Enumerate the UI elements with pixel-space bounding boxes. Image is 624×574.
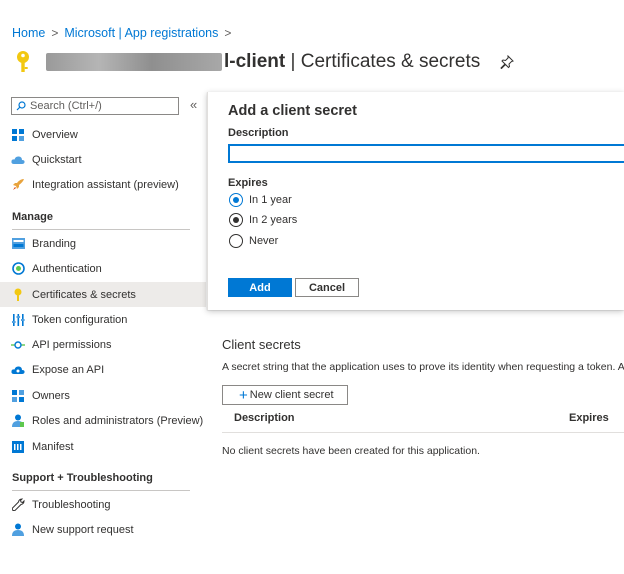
sidebar-item-branding[interactable]: Branding	[0, 231, 206, 256]
sidebar-item-roles-administrators[interactable]: Roles and administrators (Preview)	[0, 408, 206, 433]
branding-icon	[11, 237, 25, 251]
authentication-icon	[11, 262, 25, 276]
sidebar-item-label: Owners	[32, 389, 70, 402]
roles-icon	[11, 414, 25, 428]
sidebar-item-label: New support request	[32, 523, 134, 536]
sidebar-item-label: Branding	[32, 237, 77, 250]
breadcrumb-app-registrations[interactable]: Microsoft | App registrations	[64, 26, 218, 40]
manifest-icon	[11, 440, 25, 454]
column-header-description[interactable]: Description	[234, 412, 295, 424]
sidebar-item-manifest[interactable]: Manifest	[0, 434, 206, 459]
section-divider	[12, 229, 190, 230]
new-client-secret-label: New client secret	[249, 389, 334, 401]
sidebar-item-troubleshooting[interactable]: Troubleshooting	[0, 492, 206, 517]
client-secrets-title: Client secrets	[222, 337, 301, 352]
panel-title: Add a client secret	[228, 103, 357, 119]
overview-grid-icon	[11, 128, 25, 142]
page-header: l-client | Certificates & secrets	[12, 46, 515, 78]
title-app-name: l-client	[224, 51, 286, 72]
breadcrumb: Home > Microsoft | App registrations >	[12, 26, 231, 40]
sidebar-item-new-support-request[interactable]: New support request	[0, 517, 206, 542]
radio-selected-icon	[229, 213, 243, 227]
description-label: Description	[228, 127, 289, 139]
cloud-api-icon	[11, 363, 25, 377]
sidebar-item-label: Quickstart	[32, 153, 82, 166]
sidebar-item-quickstart[interactable]: Quickstart	[0, 147, 206, 172]
radio-unselected-icon	[229, 234, 243, 248]
radio-selected-icon	[229, 193, 243, 207]
new-client-secret-button[interactable]: + New client secret	[222, 385, 348, 405]
sidebar-item-label: Overview	[32, 128, 78, 141]
sidebar-item-label: Roles and administrators (Preview)	[32, 414, 204, 427]
sidebar-item-integration-assistant[interactable]: Integration assistant (preview)	[0, 172, 206, 197]
sidebar-item-overview[interactable]: Overview	[0, 122, 206, 147]
description-field[interactable]	[228, 144, 624, 163]
sidebar-item-label: Expose an API	[32, 363, 105, 376]
client-secrets-description: A secret string that the application use…	[222, 361, 624, 373]
support-person-icon	[11, 523, 25, 537]
key-icon	[11, 288, 25, 302]
sidebar-item-expose-an-api[interactable]: Expose an API	[0, 357, 206, 382]
title-blade-name: | Certificates & secrets	[285, 51, 481, 72]
table-header-divider	[222, 432, 624, 433]
token-config-icon	[11, 313, 25, 327]
sidebar-item-authentication[interactable]: Authentication	[0, 256, 206, 281]
add-client-secret-panel: Add a client secret Description Expires …	[207, 92, 624, 310]
expires-option-2-years[interactable]: In 2 years	[229, 213, 297, 227]
search-placeholder: Search (Ctrl+/)	[30, 100, 102, 112]
sidebar-item-certificates-secrets[interactable]: Certificates & secrets	[0, 282, 206, 307]
sidebar: Search (Ctrl+/) «	[0, 92, 206, 120]
radio-label: In 2 years	[249, 214, 298, 226]
sidebar-item-api-permissions[interactable]: API permissions	[0, 332, 206, 357]
page-title: l-client | Certificates & secrets	[224, 51, 480, 73]
owners-icon	[11, 389, 25, 403]
sidebar-item-label: Integration assistant (preview)	[32, 178, 179, 191]
api-permissions-icon	[11, 338, 25, 352]
section-divider	[12, 490, 190, 491]
radio-label: In 1 year	[249, 194, 292, 206]
sidebar-item-label: Certificates & secrets	[32, 288, 136, 301]
sidebar-section-manage: Manage	[12, 211, 53, 223]
breadcrumb-separator: >	[224, 26, 232, 40]
sidebar-search-row: Search (Ctrl+/) «	[0, 92, 206, 120]
sidebar-item-label: API permissions	[32, 338, 112, 351]
search-input[interactable]: Search (Ctrl+/)	[11, 97, 179, 115]
expires-option-never[interactable]: Never	[229, 234, 278, 248]
redacted-app-name	[46, 53, 222, 71]
wrench-icon	[11, 498, 25, 512]
breadcrumb-separator: >	[51, 26, 59, 40]
rocket-icon	[11, 178, 25, 192]
sidebar-item-label: Token configuration	[32, 313, 128, 326]
search-icon	[16, 101, 26, 111]
sidebar-item-owners[interactable]: Owners	[0, 383, 206, 408]
collapse-sidebar-button[interactable]: «	[190, 97, 197, 112]
sidebar-item-label: Manifest	[32, 440, 74, 453]
key-icon	[12, 49, 34, 75]
cloud-icon	[11, 153, 25, 167]
column-header-expires[interactable]: Expires	[569, 412, 609, 424]
sidebar-item-label: Troubleshooting	[32, 498, 111, 511]
expires-option-1-year[interactable]: In 1 year	[229, 193, 292, 207]
radio-label: Never	[249, 235, 279, 247]
add-button[interactable]: Add	[228, 278, 292, 297]
expires-label: Expires	[228, 177, 268, 189]
breadcrumb-home[interactable]: Home	[12, 26, 45, 40]
cancel-button[interactable]: Cancel	[295, 278, 359, 297]
pin-icon[interactable]	[500, 54, 515, 70]
sidebar-item-token-configuration[interactable]: Token configuration	[0, 307, 206, 332]
sidebar-section-support: Support + Troubleshooting	[12, 472, 153, 484]
plus-icon: +	[239, 386, 248, 404]
sidebar-item-label: Authentication	[32, 262, 102, 275]
empty-table-message: No client secrets have been created for …	[222, 445, 480, 457]
